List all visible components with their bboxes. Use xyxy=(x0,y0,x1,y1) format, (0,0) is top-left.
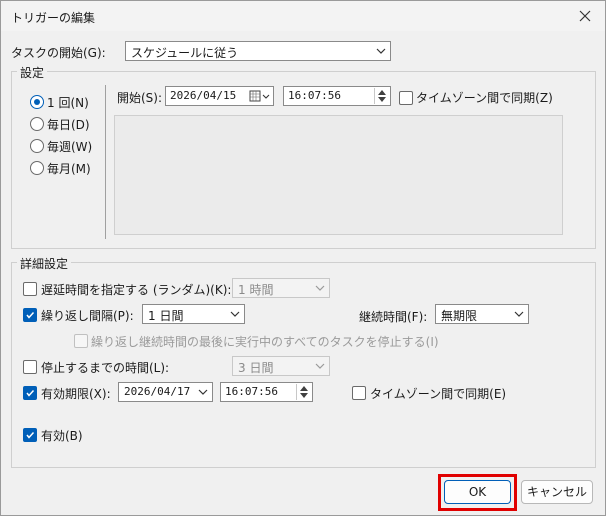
expire-time-field[interactable]: 16:07:56 xyxy=(220,382,313,402)
chevron-down-icon xyxy=(315,363,325,369)
checkmark-icon xyxy=(26,311,35,319)
radio-weekly-label[interactable]: 毎週(W) xyxy=(47,138,92,155)
begin-task-value: スケジュールに従う xyxy=(131,46,239,60)
radio-weekly[interactable] xyxy=(30,139,44,153)
stop-after-label[interactable]: 停止するまでの時間(L): xyxy=(41,359,169,376)
repeat-select[interactable]: 1 日間 xyxy=(142,304,245,324)
begin-task-select[interactable]: スケジュールに従う xyxy=(125,41,391,61)
advanced-legend: 詳細設定 xyxy=(17,255,72,272)
recurrence-panel xyxy=(114,115,563,235)
stop-all-label[interactable]: 繰り返し継続時間の最後に実行中のすべてのタスクを停止する(I) xyxy=(91,333,439,350)
radio-once-label[interactable]: 1 回(N) xyxy=(47,94,89,111)
radio-daily[interactable] xyxy=(30,117,44,131)
delay-checkbox[interactable] xyxy=(23,282,37,296)
chevron-down-icon[interactable] xyxy=(198,388,208,396)
expire-sync-label[interactable]: タイムゾーン間で同期(E) xyxy=(370,385,506,402)
start-date-field[interactable]: 2026/04/15 xyxy=(165,86,274,106)
delay-label[interactable]: 遅延時間を指定する (ランダム)(K): xyxy=(41,281,231,298)
stop-after-checkbox[interactable] xyxy=(23,360,37,374)
radio-monthly[interactable] xyxy=(30,161,44,175)
checkmark-icon xyxy=(26,431,35,439)
repeat-checkbox[interactable] xyxy=(23,308,37,322)
radio-monthly-label[interactable]: 毎月(M) xyxy=(47,160,91,177)
calendar-icon[interactable] xyxy=(249,90,271,103)
repeat-label[interactable]: 繰り返し間隔(P): xyxy=(41,307,134,324)
radio-once[interactable] xyxy=(30,95,44,109)
cancel-button[interactable]: キャンセル xyxy=(521,480,593,504)
chevron-down-icon xyxy=(315,285,325,291)
sync-timezone-label[interactable]: タイムゾーン間で同期(Z) xyxy=(416,89,553,106)
spin-down-icon[interactable] xyxy=(378,97,386,102)
spin-up-icon[interactable] xyxy=(300,386,308,391)
stop-all-checkbox[interactable] xyxy=(74,334,88,348)
spin-up-icon[interactable] xyxy=(378,90,386,95)
repeat-value: 1 日間 xyxy=(148,309,184,323)
title-bar: トリガーの編集 xyxy=(1,1,605,31)
expire-date-field[interactable]: 2026/04/17 xyxy=(118,382,213,402)
duration-value: 無期限 xyxy=(441,309,478,323)
settings-divider xyxy=(105,85,106,239)
stop-after-value: 3 日間 xyxy=(238,361,274,375)
start-time-value: 16:07:56 xyxy=(288,89,341,102)
chevron-down-icon xyxy=(230,311,240,317)
expire-date-value: 2026/04/17 xyxy=(124,385,191,398)
start-time-field[interactable]: 16:07:56 xyxy=(283,86,391,106)
dialog-title: トリガーの編集 xyxy=(11,11,96,25)
delay-value: 1 時間 xyxy=(238,283,274,297)
ok-button[interactable]: OK xyxy=(444,480,511,504)
start-label: 開始(S): xyxy=(117,91,163,105)
expire-time-value: 16:07:56 xyxy=(225,385,278,398)
settings-legend: 設定 xyxy=(17,64,48,81)
chevron-down-icon xyxy=(376,48,386,54)
start-time-spinner[interactable] xyxy=(374,88,389,104)
radio-daily-label[interactable]: 毎日(D) xyxy=(47,116,90,133)
stop-after-select[interactable]: 3 日間 xyxy=(232,356,330,376)
trigger-dialog: トリガーの編集 タスクの開始(G): スケジュールに従う 設定 1 回(N) 毎… xyxy=(0,0,606,516)
expire-sync-checkbox[interactable] xyxy=(352,386,366,400)
expire-label[interactable]: 有効期限(X): xyxy=(41,385,111,402)
chevron-down-icon xyxy=(514,311,524,317)
begin-task-label: タスクの開始(G): xyxy=(11,46,106,60)
close-icon[interactable] xyxy=(575,6,595,26)
duration-label: 継続時間(F): xyxy=(359,310,428,324)
duration-select[interactable]: 無期限 xyxy=(435,304,529,324)
sync-timezone-checkbox[interactable] xyxy=(399,91,413,105)
expire-checkbox[interactable] xyxy=(23,386,37,400)
expire-time-spinner[interactable] xyxy=(296,384,311,400)
spin-down-icon[interactable] xyxy=(300,393,308,398)
enabled-label[interactable]: 有効(B) xyxy=(41,427,83,444)
start-date-value: 2026/04/15 xyxy=(170,89,237,102)
checkmark-icon xyxy=(26,389,35,397)
enabled-checkbox[interactable] xyxy=(23,428,37,442)
delay-select[interactable]: 1 時間 xyxy=(232,278,330,298)
